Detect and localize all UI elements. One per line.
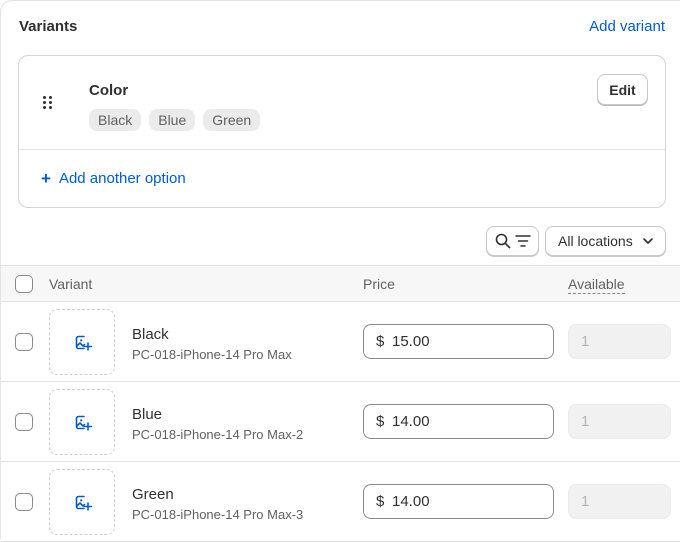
available-value: 1 [581,413,590,430]
add-image-icon [75,415,92,431]
option-value-pill: Blue [149,109,196,131]
divider [19,149,665,150]
option-panel: Color Black Blue Green Edit + Add anothe… [18,55,666,208]
select-all-checkbox[interactable] [15,275,33,293]
column-header-price: Price [363,276,395,292]
locations-label: All locations [558,233,633,249]
table-row: Green PC-018-iPhone-14 Pro Max-3 $ 14.00… [1,462,680,542]
available-input: 1 [568,404,671,439]
variants-card: Variants Add variant Color Black Blue Gr… [0,0,680,542]
option-value-pill: Green [203,109,261,131]
section-title: Variants [19,18,78,35]
variant-name[interactable]: Blue [132,406,162,423]
price-value: 14.00 [392,493,430,510]
available-value: 1 [581,333,590,350]
price-input[interactable]: $ 15.00 [363,324,554,359]
variant-name[interactable]: Black [132,326,169,343]
add-image-button[interactable] [49,469,115,535]
locations-select[interactable]: All locations [545,226,666,256]
add-another-option-label: Add another option [58,170,186,187]
add-image-icon [75,495,92,511]
variant-sku: PC-018-iPhone-14 Pro Max [132,347,292,362]
variant-sku: PC-018-iPhone-14 Pro Max-3 [132,507,304,522]
row-checkbox[interactable] [15,493,33,511]
available-input: 1 [568,484,671,519]
column-header-available[interactable]: Available [568,276,625,294]
table-header: Variant Price Available [1,265,680,302]
option-value-pill: Black [89,109,142,131]
variant-name[interactable]: Green [132,486,174,503]
option-values: Black Blue Green [89,109,261,131]
option-name: Color [89,82,129,99]
add-image-button[interactable] [49,309,115,375]
available-value: 1 [581,493,590,510]
add-image-button[interactable] [49,389,115,455]
currency-prefix: $ [376,493,385,510]
price-input[interactable]: $ 14.00 [363,484,554,519]
search-filter-button[interactable] [486,226,539,256]
add-variant-link[interactable]: Add variant [589,18,665,35]
variant-sku: PC-018-iPhone-14 Pro Max-2 [132,427,304,442]
currency-prefix: $ [376,333,385,350]
table-row: Blue PC-018-iPhone-14 Pro Max-2 $ 14.00 … [1,382,680,462]
price-input[interactable]: $ 14.00 [363,404,554,439]
search-icon [495,233,511,249]
price-value: 14.00 [392,413,430,430]
table-row: Black PC-018-iPhone-14 Pro Max $ 15.00 1 [1,302,680,382]
chevron-down-icon [643,238,653,244]
row-checkbox[interactable] [15,413,33,431]
plus-icon: + [41,169,51,188]
drag-handle-icon[interactable] [43,96,53,110]
add-image-icon [75,335,92,351]
price-value: 15.00 [392,333,430,350]
filter-icon [515,235,531,247]
row-checkbox[interactable] [15,333,33,351]
column-header-variant: Variant [49,276,93,292]
currency-prefix: $ [376,413,385,430]
add-another-option-button[interactable]: + Add another option [41,170,186,187]
available-input: 1 [568,324,671,359]
edit-option-button[interactable]: Edit [597,74,648,105]
